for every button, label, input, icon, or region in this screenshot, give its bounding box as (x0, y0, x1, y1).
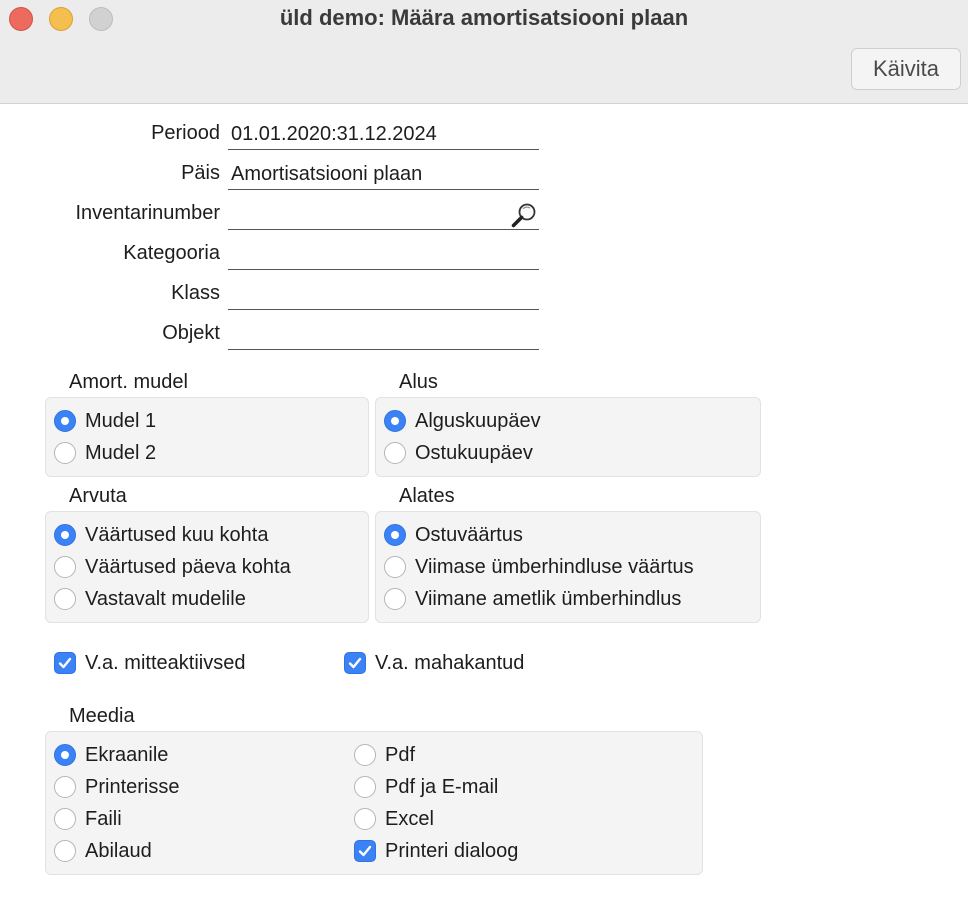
radio-icon (384, 588, 406, 610)
radio-icon (54, 808, 76, 830)
radio-icon (354, 808, 376, 830)
period-label: Periood (151, 122, 220, 144)
object-field[interactable] (228, 320, 539, 350)
checkmark-icon (354, 840, 376, 862)
base-option-purchase-date[interactable]: Ostukuupäev (384, 439, 533, 467)
run-button[interactable]: Käivita (851, 48, 961, 90)
media-option-excel[interactable]: Excel (354, 805, 434, 833)
class-field[interactable] (228, 280, 539, 310)
checkmark-icon (344, 652, 366, 674)
model-group-label: Amort. mudel (69, 371, 188, 393)
radio-icon (54, 840, 76, 862)
base-option-start-date[interactable]: Alguskuupäev (384, 407, 541, 435)
calculate-option-model[interactable]: Vastavalt mudelile (54, 585, 246, 613)
media-group-label: Meedia (69, 705, 135, 727)
radio-icon (384, 556, 406, 578)
header-label: Päis (181, 162, 220, 184)
inventory-number-field[interactable] (228, 200, 539, 230)
from-option-last-revaluation[interactable]: Viimase ümberhindluse väärtus (384, 553, 694, 581)
window-titlebar: üld demo: Määra amortisatsiooni plaan Kä… (0, 0, 968, 104)
calculate-option-month[interactable]: Väärtused kuu kohta (54, 521, 268, 549)
radio-icon (54, 776, 76, 798)
radio-icon (54, 744, 76, 766)
radio-icon (54, 588, 76, 610)
model-option-2[interactable]: Mudel 2 (54, 439, 156, 467)
from-group-label: Alates (399, 485, 455, 507)
media-option-clipboard[interactable]: Abilaud (54, 837, 152, 865)
media-option-screen[interactable]: Ekraanile (54, 741, 168, 769)
media-option-file[interactable]: Faili (54, 805, 122, 833)
radio-icon (54, 442, 76, 464)
base-group-label: Alus (399, 371, 438, 393)
printer-dialog-checkbox[interactable]: Printeri dialoog (354, 837, 518, 865)
exclude-written-off-checkbox[interactable]: V.a. mahakantud (344, 649, 524, 677)
calculate-option-day[interactable]: Väärtused päeva kohta (54, 553, 291, 581)
window-title: üld demo: Määra amortisatsiooni plaan (279, 5, 689, 30)
radio-icon (54, 556, 76, 578)
media-option-printer[interactable]: Printerisse (54, 773, 179, 801)
object-label: Objekt (162, 322, 220, 344)
header-field[interactable]: Amortisatsiooni plaan (228, 160, 539, 190)
media-option-pdf[interactable]: Pdf (354, 741, 415, 769)
radio-icon (354, 776, 376, 798)
radio-icon (384, 524, 406, 546)
calculate-group-label: Arvuta (69, 485, 127, 507)
class-label: Klass (171, 282, 220, 304)
exclude-inactive-checkbox[interactable]: V.a. mitteaktiivsed (54, 649, 245, 677)
category-label: Kategooria (123, 242, 220, 264)
category-field[interactable] (228, 240, 539, 270)
radio-icon (384, 410, 406, 432)
magnifier-icon[interactable] (511, 202, 537, 228)
from-option-purchase-value[interactable]: Ostuväärtus (384, 521, 523, 549)
inventory-number-label: Inventarinumber (75, 202, 220, 224)
radio-icon (384, 442, 406, 464)
media-option-pdf-email[interactable]: Pdf ja E-mail (354, 773, 498, 801)
period-field[interactable]: 01.01.2020:31.12.2024 (228, 120, 539, 150)
radio-icon (54, 410, 76, 432)
checkmark-icon (54, 652, 76, 674)
model-option-1[interactable]: Mudel 1 (54, 407, 156, 435)
radio-icon (54, 524, 76, 546)
from-option-official-revaluation[interactable]: Viimane ametlik ümberhindlus (384, 585, 681, 613)
radio-icon (354, 744, 376, 766)
